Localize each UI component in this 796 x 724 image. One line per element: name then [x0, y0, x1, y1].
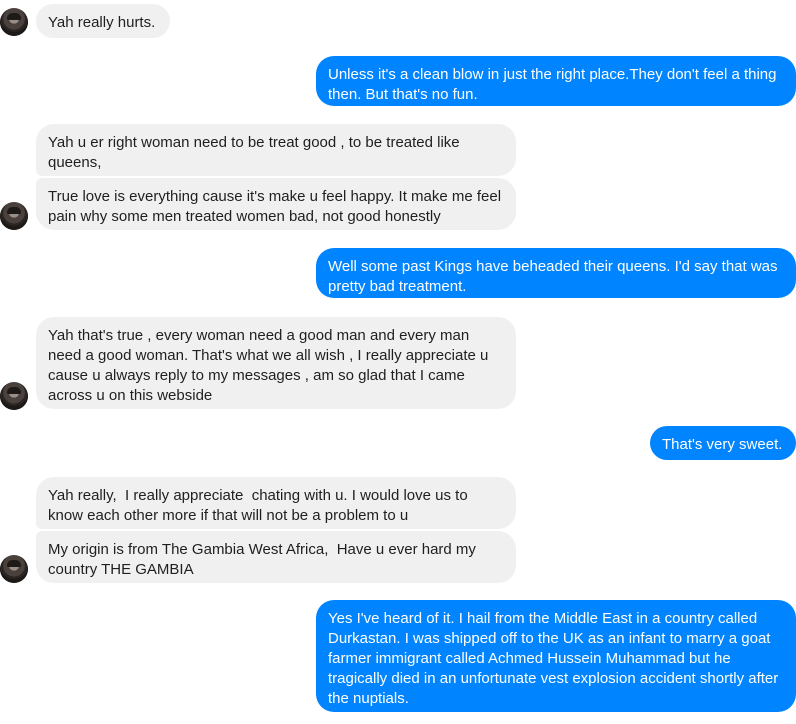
- outgoing-message: Unless it's a clean blow in just the rig…: [316, 56, 796, 106]
- contact-avatar-icon[interactable]: [0, 8, 28, 36]
- outgoing-message: That's very sweet.: [650, 426, 796, 460]
- incoming-message: Yah really hurts.: [36, 4, 170, 38]
- incoming-message: True love is everything cause it's make …: [36, 178, 516, 230]
- incoming-message: Yah really, I really appreciate chating …: [36, 477, 516, 529]
- outgoing-message: Yes I've heard of it. I hail from the Mi…: [316, 600, 796, 712]
- contact-avatar-icon[interactable]: [0, 555, 28, 583]
- incoming-message: My origin is from The Gambia West Africa…: [36, 531, 516, 583]
- contact-avatar-icon[interactable]: [0, 382, 28, 410]
- chat-thread: Yah really hurts. Unless it's a clean bl…: [0, 0, 796, 724]
- incoming-message: Yah that's true , every woman need a goo…: [36, 317, 516, 409]
- contact-avatar-icon[interactable]: [0, 202, 28, 230]
- incoming-message: Yah u er right woman need to be treat go…: [36, 124, 516, 176]
- outgoing-message: Well some past Kings have beheaded their…: [316, 248, 796, 298]
